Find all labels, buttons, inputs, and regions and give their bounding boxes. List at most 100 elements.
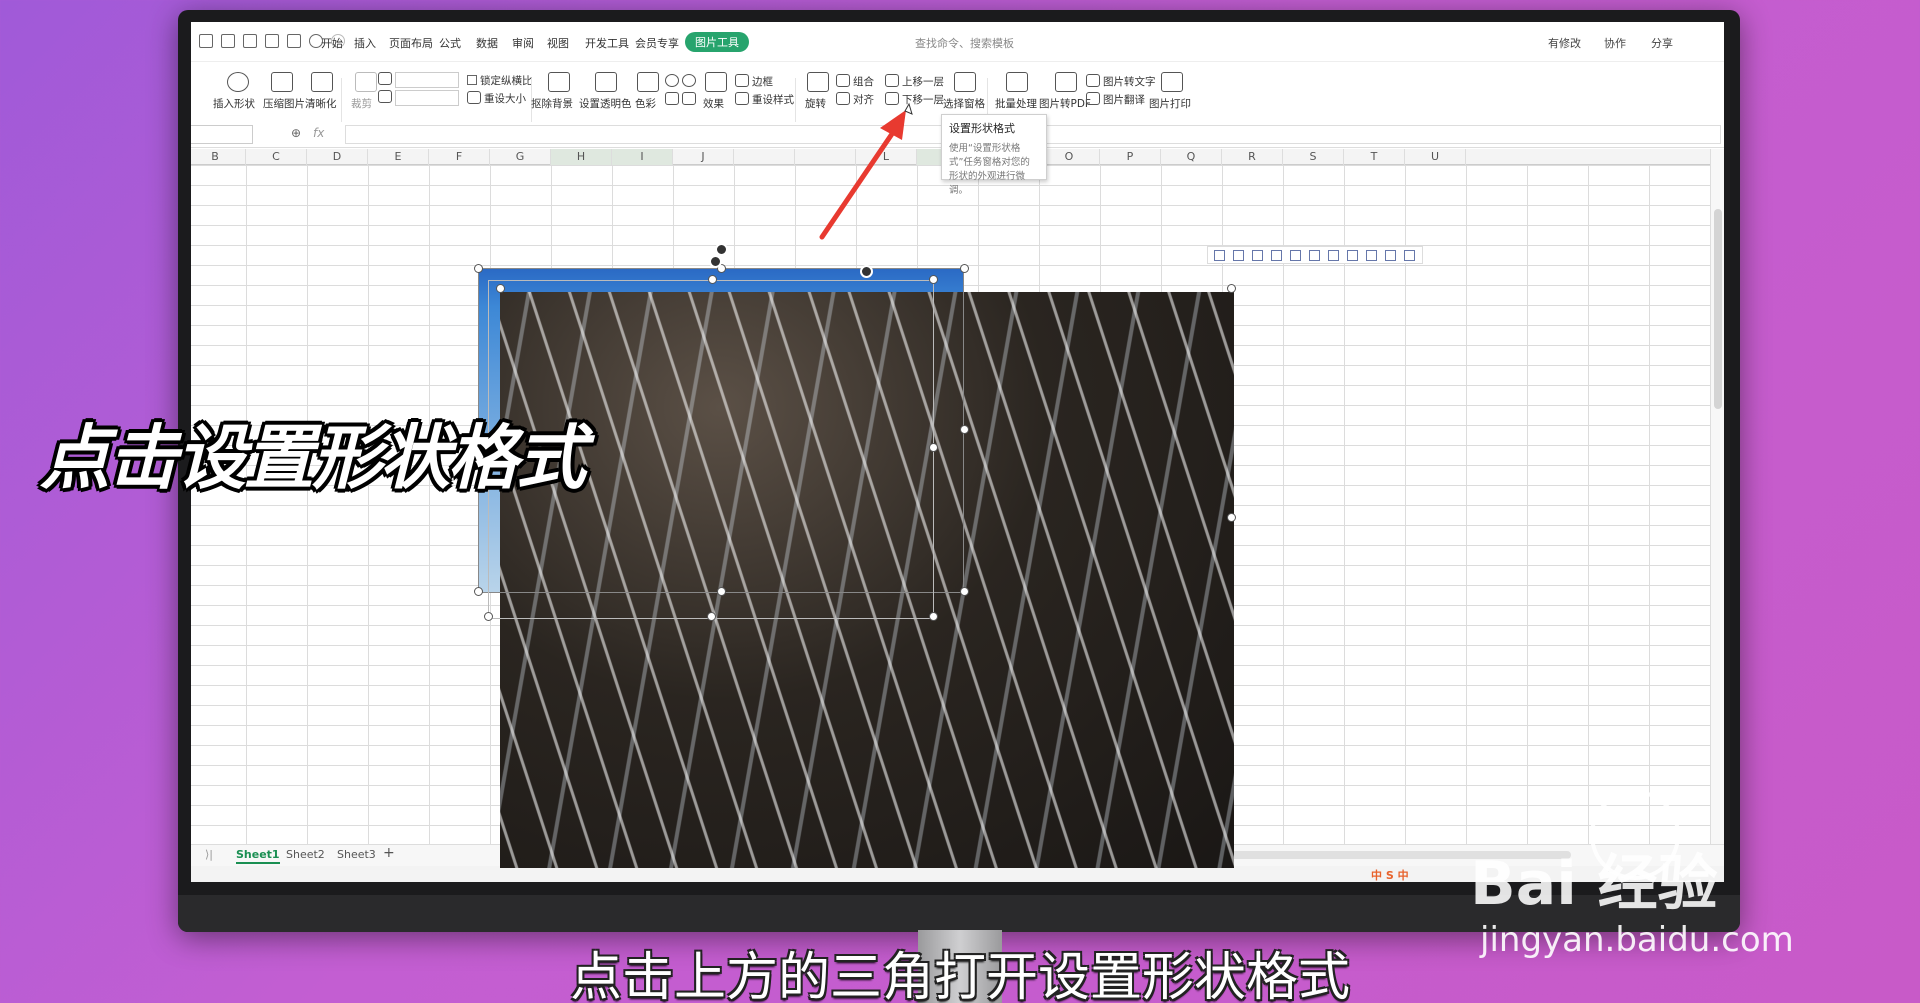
align-bottom-icon[interactable] <box>1309 249 1320 261</box>
vertical-scrollbar[interactable] <box>1710 149 1724 849</box>
align-middle-icon[interactable] <box>1290 249 1301 261</box>
align-center-icon[interactable] <box>1233 249 1244 261</box>
tab-picture-tools[interactable]: 图片工具 <box>685 32 749 52</box>
column-header[interactable]: G <box>490 149 551 165</box>
translate-button[interactable]: 图片翻译 <box>1103 92 1145 107</box>
resize-handle[interactable] <box>929 612 938 621</box>
batch-button[interactable]: 批量处理 <box>995 96 1037 111</box>
effects-button[interactable]: 效果 <box>703 96 724 111</box>
to-text-icon[interactable] <box>1086 74 1100 87</box>
column-header[interactable]: S <box>1283 149 1344 165</box>
border-button[interactable]: 边框 <box>752 74 773 89</box>
sharpen-icon[interactable] <box>311 72 333 92</box>
resize-handle[interactable] <box>1227 513 1236 522</box>
name-box[interactable] <box>191 125 253 144</box>
color-button[interactable]: 色彩 <box>635 96 656 111</box>
menu-view[interactable]: 视图 <box>547 35 569 51</box>
collaborate-link[interactable]: 协作 <box>1604 35 1626 51</box>
send-backward-icon[interactable] <box>885 92 899 105</box>
tab-sheet3[interactable]: Sheet3 <box>337 848 376 861</box>
rotate-handle-icon[interactable] <box>715 243 728 256</box>
selection-pane-icon[interactable] <box>954 72 976 92</box>
align-right-icon[interactable] <box>1252 249 1263 261</box>
height-input[interactable] <box>395 72 459 88</box>
effects-icon[interactable] <box>705 72 727 92</box>
rotate-right-icon[interactable] <box>682 74 696 87</box>
align-left-icon[interactable] <box>1214 249 1225 261</box>
rotate-icon[interactable] <box>807 72 829 92</box>
resize-handle[interactable] <box>707 612 716 621</box>
set-transparent-icon[interactable] <box>595 72 617 92</box>
resize-handle[interactable] <box>960 425 969 434</box>
rotate-handle-icon[interactable] <box>709 255 722 268</box>
rotate-button[interactable]: 旋转 <box>805 96 826 111</box>
column-header[interactable]: J <box>673 149 734 165</box>
resize-handle[interactable] <box>929 443 938 452</box>
resize-handle[interactable] <box>929 275 938 284</box>
column-header[interactable]: P <box>1100 149 1161 165</box>
align-button[interactable]: 对齐 <box>853 92 874 107</box>
column-header[interactable]: O <box>1039 149 1100 165</box>
bring-forward-button[interactable]: 上移一层 <box>902 74 944 89</box>
batch-icon[interactable] <box>1006 72 1028 92</box>
menu-developer[interactable]: 开发工具 <box>585 35 629 51</box>
share-link[interactable]: 分享 <box>1651 35 1673 51</box>
add-sheet-button[interactable]: + <box>383 845 395 861</box>
column-header[interactable]: R <box>1222 149 1283 165</box>
reset-style-icon[interactable] <box>735 92 749 105</box>
rotate-left-icon[interactable] <box>665 74 679 87</box>
crop-icon[interactable] <box>355 72 377 92</box>
save-icon[interactable] <box>199 34 213 48</box>
to-pdf-button[interactable]: 图片转PDF <box>1039 96 1091 111</box>
more-mini-icon[interactable] <box>1404 249 1415 261</box>
column-header[interactable]: B <box>191 149 246 165</box>
resize-handle[interactable] <box>960 264 969 273</box>
align-icon[interactable] <box>836 92 850 105</box>
resize-handle[interactable] <box>484 612 493 621</box>
color-icon[interactable] <box>637 72 659 92</box>
group-icon[interactable] <box>836 74 850 87</box>
to-pdf-icon[interactable] <box>1055 72 1077 92</box>
reset-size-button[interactable]: 重设大小 <box>484 91 526 106</box>
resize-handle[interactable] <box>1227 284 1236 293</box>
column-header[interactable]: F <box>429 149 490 165</box>
column-header[interactable]: I <box>612 149 673 165</box>
export-icon[interactable] <box>221 34 235 48</box>
menu-formula[interactable]: 公式 <box>439 35 461 51</box>
remove-bg-icon[interactable] <box>548 72 570 92</box>
sharpen-button[interactable]: 清晰化 <box>305 96 337 111</box>
crop-mini-icon[interactable] <box>1385 249 1396 261</box>
column-header[interactable]: Q <box>1161 149 1222 165</box>
insert-shape-icon[interactable] <box>227 72 249 92</box>
sheet-nav-icon[interactable]: ⟩| <box>205 848 213 861</box>
send-backward-button[interactable]: 下移一层 <box>902 92 944 107</box>
group-button[interactable]: 组合 <box>853 74 874 89</box>
menu-data[interactable]: 数据 <box>476 35 498 51</box>
resize-handle[interactable] <box>474 587 483 596</box>
column-header[interactable] <box>734 149 795 165</box>
column-header[interactable]: D <box>307 149 368 165</box>
contrast-icon[interactable] <box>682 92 696 105</box>
command-search[interactable]: 查找命令、搜索模板 <box>915 35 1014 51</box>
width-input[interactable] <box>395 90 459 106</box>
column-header[interactable]: U <box>1405 149 1466 165</box>
menu-member[interactable]: 会员专享 <box>635 35 679 51</box>
rotate-handle-icon[interactable] <box>860 265 873 278</box>
compress-picture-button[interactable]: 压缩图片 <box>263 96 305 111</box>
set-transparent-button[interactable]: 设置透明色 <box>579 96 632 111</box>
align-top-icon[interactable] <box>1271 249 1282 261</box>
find-icon[interactable] <box>287 34 301 48</box>
menu-insert[interactable]: 插入 <box>354 35 376 51</box>
resize-handle[interactable] <box>717 587 726 596</box>
tab-sheet1[interactable]: Sheet1 <box>236 848 280 864</box>
selection-pane-button[interactable]: 选择窗格 <box>943 96 985 111</box>
column-header[interactable]: E <box>368 149 429 165</box>
scroll-thumb[interactable] <box>1714 209 1722 409</box>
print-preview-icon[interactable] <box>265 34 279 48</box>
menu-start[interactable]: 开始 <box>321 35 343 51</box>
translate-icon[interactable] <box>1086 92 1100 105</box>
column-header[interactable] <box>795 149 856 165</box>
column-header[interactable]: C <box>246 149 307 165</box>
picture-print-icon[interactable] <box>1161 72 1183 92</box>
compress-picture-icon[interactable] <box>271 72 293 92</box>
